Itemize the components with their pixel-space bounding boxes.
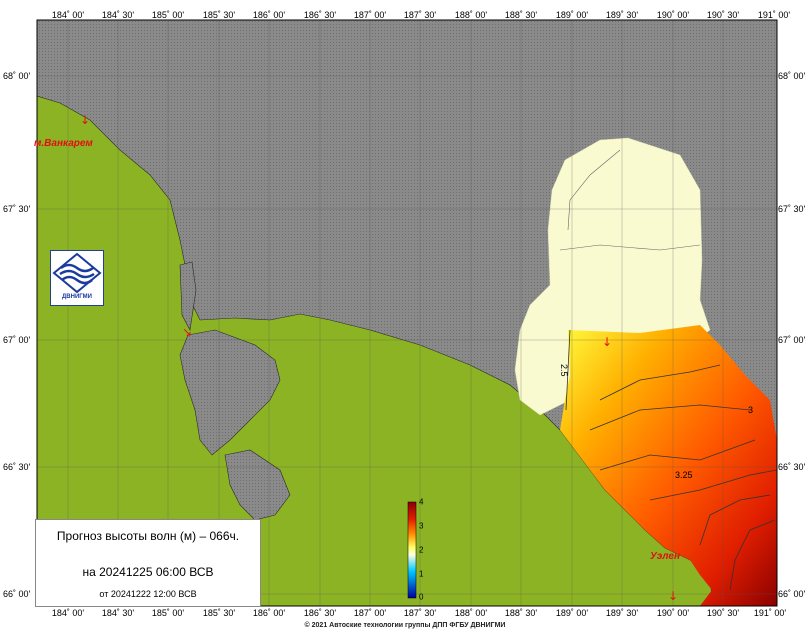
place-label-vankarem: м.Ванкарем <box>34 138 93 149</box>
place-label-uelen: Уэлен <box>650 551 680 562</box>
footer-credit: © 2021 Автоские технологии группы ДПП ФГ… <box>304 622 506 629</box>
station-marker: ↓ <box>80 113 90 127</box>
forecast-valid-time: на 20241225 06:00 ВСВ <box>82 565 214 579</box>
colorbar-tick: 1 <box>419 569 424 579</box>
colorbar-tick: 0 <box>419 592 424 602</box>
colorbar <box>407 501 417 599</box>
colorbar-tick: 2 <box>419 545 424 555</box>
forecast-issued-time: от 20241222 12:00 ВСВ <box>99 589 197 599</box>
dvnigmi-logo: ДВНИГМИ <box>50 250 104 306</box>
colorbar-tick: 3 <box>419 521 424 531</box>
station-marker: ↓ <box>668 589 678 603</box>
contour-label: 3.25 <box>675 470 693 480</box>
station-marker: ↘ <box>182 325 192 339</box>
colorbar-tick: 4 <box>419 497 424 507</box>
contour-label: 3 <box>748 405 753 415</box>
dvnigmi-logo-icon <box>52 252 102 294</box>
forecast-info-box: Прогноз высоты волн (м) – 066ч. на 20241… <box>35 519 261 607</box>
logo-text: ДВНИГМИ <box>62 294 92 300</box>
station-marker: ↓ <box>602 335 612 349</box>
contour-label: 2.5 <box>559 364 569 377</box>
forecast-title: Прогноз высоты волн (м) – 066ч. <box>56 529 240 543</box>
